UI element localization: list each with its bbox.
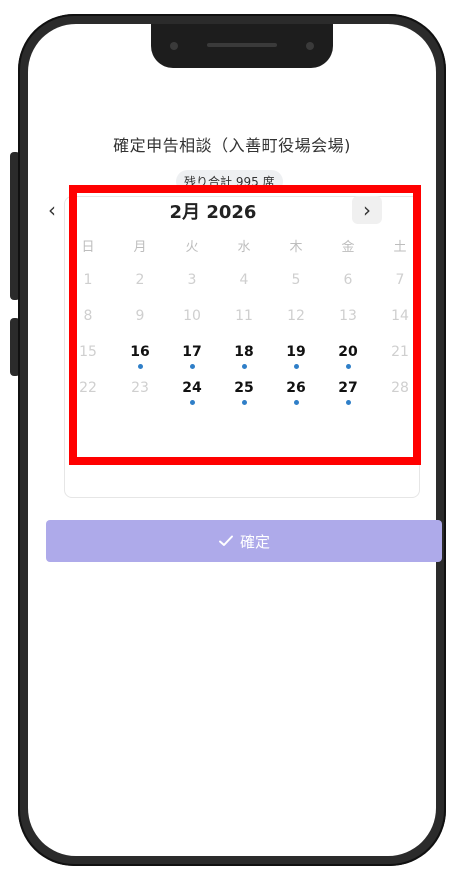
day-label: 26 xyxy=(286,380,306,396)
day-cell[interactable]: 19 xyxy=(270,344,322,380)
day-label: 22 xyxy=(79,380,97,396)
confirm-button[interactable]: 確定 xyxy=(46,520,442,562)
day-cell[interactable]: 27 xyxy=(322,380,374,416)
day-label: 17 xyxy=(182,344,202,360)
speaker-icon xyxy=(207,43,277,47)
day-label: 7 xyxy=(395,272,405,288)
day-label: 14 xyxy=(391,308,409,324)
notch xyxy=(151,24,333,68)
day-label: 2 xyxy=(135,272,145,288)
day-cell[interactable]: 20 xyxy=(322,344,374,380)
day-cell[interactable]: 24 xyxy=(166,380,218,416)
day-cell: 13 xyxy=(322,308,374,344)
day-label: 18 xyxy=(234,344,254,360)
availability-dot xyxy=(189,400,195,405)
day-label: 12 xyxy=(287,308,305,324)
day-label: 16 xyxy=(130,344,150,360)
day-label: 27 xyxy=(338,380,358,396)
day-label: 8 xyxy=(83,308,93,324)
screen: 確定申告相談（入善町役場会場) 残り合計 995 席 xyxy=(28,24,436,856)
day-label: 24 xyxy=(182,380,202,396)
weekday-fri: 金 xyxy=(341,240,355,255)
page-title: 確定申告相談（入善町役場会場) xyxy=(113,136,351,155)
weekday-wed: 水 xyxy=(237,240,251,255)
day-cell: 5 xyxy=(270,272,322,308)
day-label: 20 xyxy=(338,344,358,360)
day-label: 10 xyxy=(183,308,201,324)
phone-frame: 確定申告相談（入善町役場会場) 残り合計 995 席 xyxy=(18,14,446,866)
availability-dot xyxy=(189,364,195,369)
day-cell: 4 xyxy=(218,272,270,308)
day-cell: 12 xyxy=(270,308,322,344)
day-label: 4 xyxy=(239,272,249,288)
day-cell: 9 xyxy=(114,308,166,344)
availability-dot xyxy=(241,364,247,369)
day-cell: 10 xyxy=(166,308,218,344)
chevron-right-icon[interactable]: › xyxy=(352,196,382,224)
month-label: 2月 2026 xyxy=(169,202,257,223)
availability-dot xyxy=(293,400,299,405)
availability-dot xyxy=(137,364,143,369)
weekday-sun: 日 xyxy=(81,240,95,255)
weekday-sat: 土 xyxy=(393,240,407,255)
day-cell: 23 xyxy=(114,380,166,416)
day-cell: 22 xyxy=(62,380,114,416)
day-cell: 28 xyxy=(374,380,426,416)
day-label: 21 xyxy=(391,344,409,360)
availability-dot xyxy=(241,400,247,405)
calendar-header: 2月 2026 ‹ › xyxy=(48,196,382,228)
day-label: 5 xyxy=(291,272,301,288)
day-cell: 14 xyxy=(374,308,426,344)
day-cell[interactable]: 16 xyxy=(114,344,166,380)
day-label: 19 xyxy=(286,344,306,360)
weekday-mon: 月 xyxy=(133,240,147,255)
day-cell[interactable]: 26 xyxy=(270,380,322,416)
day-cell[interactable]: 25 xyxy=(218,380,270,416)
day-label: 9 xyxy=(135,308,145,324)
day-cell: 11 xyxy=(218,308,270,344)
day-label: 1 xyxy=(83,272,93,288)
seats-badge: 残り合計 995 席 xyxy=(176,170,283,193)
day-cell: 2 xyxy=(114,272,166,308)
camera-icon xyxy=(170,42,178,50)
day-label: 28 xyxy=(391,380,409,396)
weekday-tue: 火 xyxy=(185,240,199,255)
day-label: 6 xyxy=(343,272,353,288)
day-cell[interactable]: 18 xyxy=(218,344,270,380)
day-label: 25 xyxy=(234,380,254,396)
check-icon xyxy=(218,535,233,546)
day-cell: 1 xyxy=(62,272,114,308)
chevron-left-icon[interactable]: ‹ xyxy=(48,196,72,224)
day-cell: 7 xyxy=(374,272,426,308)
availability-dot xyxy=(345,400,351,405)
day-label: 13 xyxy=(339,308,357,324)
day-cell: 3 xyxy=(166,272,218,308)
availability-dot xyxy=(293,364,299,369)
day-cell[interactable]: 17 xyxy=(166,344,218,380)
weekday-thu: 木 xyxy=(289,240,303,255)
calendar-grid: 1 2 3 4 5 6 7 8 9 10 11 12 13 14 15 16 17 18 19 20 21 22 23 24 2… xyxy=(62,272,422,416)
weekday-row: 日 月 火 水 木 金 土 xyxy=(62,236,422,256)
day-cell: 8 xyxy=(62,308,114,344)
day-cell: 21 xyxy=(374,344,426,380)
day-cell: 15 xyxy=(62,344,114,380)
confirm-label: 確定 xyxy=(239,532,270,551)
day-label: 3 xyxy=(187,272,197,288)
day-label: 23 xyxy=(131,380,149,396)
sensor-icon xyxy=(306,42,314,50)
day-label: 11 xyxy=(235,308,253,324)
availability-dot xyxy=(345,364,351,369)
day-label: 15 xyxy=(79,344,97,360)
day-cell: 6 xyxy=(322,272,374,308)
